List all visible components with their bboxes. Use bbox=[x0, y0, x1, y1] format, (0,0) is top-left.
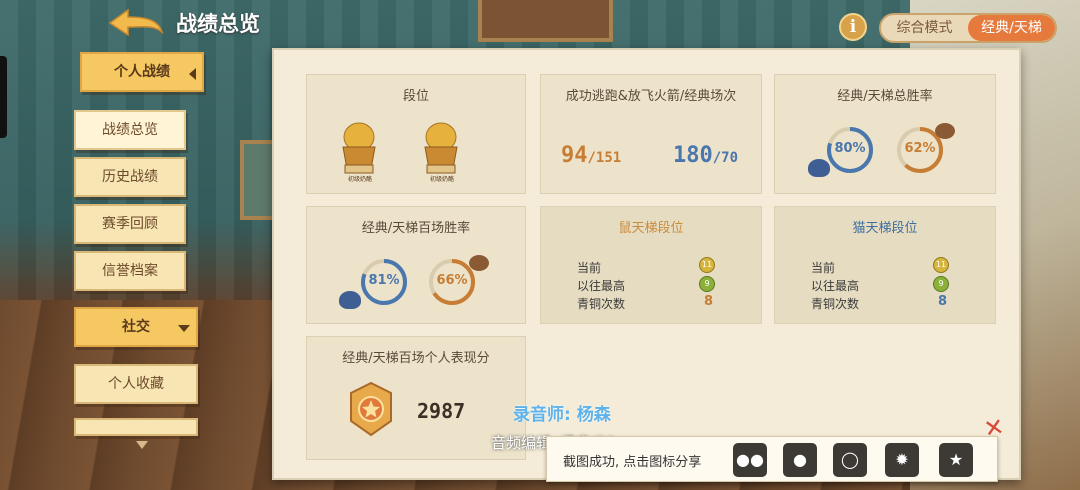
ladder-label-bronze: 青铜次数 bbox=[577, 297, 626, 311]
watermark-recorder: 录音师: 杨森 bbox=[513, 405, 611, 425]
star-icon[interactable]: ★ bbox=[939, 443, 973, 477]
card-title: 鼠天梯段位 bbox=[618, 221, 684, 236]
mouse-head-icon bbox=[935, 123, 955, 139]
bronze-count: 8 bbox=[704, 294, 714, 309]
info-icon[interactable]: i bbox=[839, 13, 867, 41]
share-hint-text: 截图成功, 点击图标分享 bbox=[563, 455, 702, 470]
back-arrow-icon[interactable] bbox=[108, 8, 164, 38]
cat-head-icon bbox=[808, 159, 830, 177]
stats-board: 段位 初级奶酪 初级奶酪 成功逃跑&放飞火箭/经典场次 94/151 180/7… bbox=[272, 48, 1021, 480]
total-winrate-card: 经典/天梯总胜率 80% 62% bbox=[774, 74, 996, 194]
card-title: 经典/天梯百场个人表现分 bbox=[342, 351, 490, 366]
ladder-label-best: 以往最高 bbox=[811, 279, 860, 293]
mouse-ladder-card: 鼠天梯段位 当前 以往最高 青铜次数 11 9 8 bbox=[540, 206, 762, 324]
wechat-icon[interactable]: ●● bbox=[733, 443, 767, 477]
card-title: 经典/天梯总胜率 bbox=[837, 89, 933, 104]
nav-item-season-review[interactable]: 赛季回顾 bbox=[74, 204, 186, 244]
rank-badge-icon: 11 bbox=[933, 257, 949, 273]
scroll-down-icon[interactable] bbox=[136, 441, 148, 449]
mode-option-combined[interactable]: 综合模式 bbox=[881, 15, 968, 41]
nav-item-overview[interactable]: 战绩总览 bbox=[74, 110, 186, 150]
ladder-label-current: 当前 bbox=[811, 261, 836, 275]
ladder-label-current: 当前 bbox=[577, 261, 602, 275]
card-title: 猫天梯段位 bbox=[852, 221, 918, 236]
nav-section-label: 社交 bbox=[122, 319, 150, 335]
expand-arrow-icon bbox=[178, 325, 190, 332]
mode-toggle[interactable]: 综合模式 经典/天梯 bbox=[879, 13, 1057, 43]
wall-picture bbox=[240, 140, 276, 220]
bronze-count: 8 bbox=[938, 294, 948, 309]
nav-section-social[interactable]: 社交 bbox=[74, 307, 198, 347]
collapse-arrow-icon bbox=[189, 68, 196, 80]
card-title: 经典/天梯百场胜率 bbox=[361, 221, 471, 236]
card-title: 成功逃跑&放飞火箭/经典场次 bbox=[565, 89, 737, 104]
ladder-label-best: 以往最高 bbox=[577, 279, 626, 293]
rank-trophy-icon bbox=[424, 122, 458, 174]
mouse-winrate-label: 80% bbox=[834, 141, 866, 156]
escape-card: 成功逃跑&放飞火箭/经典场次 94/151 180/70 bbox=[540, 74, 762, 194]
nav-item-partial[interactable] bbox=[74, 418, 198, 436]
cat-hundred-label: 66% bbox=[436, 273, 468, 288]
cat-ladder-card: 猫天梯段位 当前 以往最高 青铜次数 11 9 8 bbox=[774, 206, 996, 324]
rank-badge-icon: 11 bbox=[699, 257, 715, 273]
rank-badge-icon: 9 bbox=[699, 276, 715, 292]
hundred-winrate-card: 经典/天梯百场胜率 81% 66% bbox=[306, 206, 526, 324]
nav-item-collection[interactable]: 个人收藏 bbox=[74, 364, 198, 404]
ladder-label-bronze: 青铜次数 bbox=[811, 297, 860, 311]
performance-score: 2987 bbox=[417, 399, 466, 423]
screen-edge bbox=[0, 56, 7, 138]
cat-winrate-label: 62% bbox=[904, 141, 936, 156]
page-title: 战绩总览 bbox=[176, 12, 260, 36]
weibo-icon[interactable]: ◯ bbox=[833, 443, 867, 477]
moments-icon[interactable]: ✹ bbox=[885, 443, 919, 477]
nav-item-history[interactable]: 历史战绩 bbox=[74, 157, 186, 197]
mouse-head-icon bbox=[469, 255, 489, 271]
mouse-escape-value: 94/151 bbox=[561, 143, 622, 168]
cat-head-icon bbox=[339, 291, 361, 309]
share-bar: 截图成功, 点击图标分享 ●● ● ◯ ✹ ★ bbox=[546, 436, 998, 482]
card-title: 段位 bbox=[402, 89, 429, 104]
wall-painting bbox=[478, 0, 613, 42]
trophy-caption: 初级奶酪 bbox=[347, 176, 372, 183]
cat-rocket-value: 180/70 bbox=[673, 143, 739, 168]
rank-trophy-icon bbox=[342, 122, 376, 174]
trophy-caption: 初级奶酪 bbox=[429, 176, 454, 183]
rank-badge-icon: 9 bbox=[933, 276, 949, 292]
mouse-hundred-label: 81% bbox=[368, 273, 400, 288]
nav-section-personal[interactable]: 个人战绩 bbox=[80, 52, 204, 92]
rank-card: 段位 初级奶酪 初级奶酪 bbox=[306, 74, 526, 194]
nav-section-label: 个人战绩 bbox=[114, 64, 170, 80]
performance-medal-icon bbox=[350, 381, 392, 437]
qq-icon[interactable]: ● bbox=[783, 443, 817, 477]
mode-option-classic-ladder[interactable]: 经典/天梯 bbox=[968, 15, 1055, 41]
nav-item-credit-record[interactable]: 信誉档案 bbox=[74, 251, 186, 291]
